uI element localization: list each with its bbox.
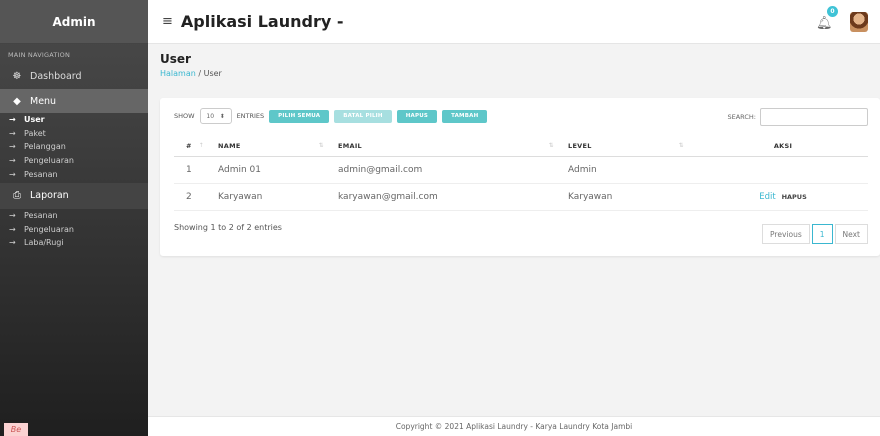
notification-badge: 0	[827, 6, 838, 17]
sort-arrows-icon: ⬍	[219, 112, 225, 120]
table-header-row: # ↑ NAME ⇅ EMAIL ⇅ LEVEL ⇅ AKSI	[174, 136, 868, 157]
cell-email: karyawan@gmail.com	[338, 183, 568, 211]
column-header-name[interactable]: NAME ⇅	[218, 136, 338, 157]
sidebar-item-dashboard[interactable]: ☸ Dashboard	[0, 63, 148, 89]
sidebar-item-pengeluaran[interactable]: → Pengeluaran	[0, 154, 148, 168]
page-1-button[interactable]: 1	[811, 224, 833, 244]
cell-level: Admin	[568, 156, 698, 184]
deselect-button[interactable]: BATAL PILIH	[334, 109, 392, 123]
arrow-right-icon: →	[9, 238, 16, 248]
sidebar-item-label: Pesanan	[24, 169, 58, 179]
sidebar-item-paket[interactable]: → Paket	[0, 127, 148, 141]
hapus-link[interactable]: HAPUS	[782, 193, 807, 201]
sidebar-item-label: Pelanggan	[24, 142, 66, 152]
arrow-right-icon: →	[9, 169, 16, 179]
nav-header: MAIN NAVIGATION	[8, 51, 71, 59]
previous-page-button[interactable]: Previous	[762, 224, 810, 244]
cell-aksi	[698, 156, 868, 184]
sort-icon: ↑	[198, 141, 204, 149]
sidebar-group-menu[interactable]: ◆ Menu	[0, 89, 148, 113]
arrow-right-icon: →	[9, 115, 16, 125]
sidebar-item-label: Laporan	[30, 190, 69, 202]
sidebar-item-label: Pengeluaran	[24, 224, 74, 234]
arrow-right-icon: →	[9, 142, 16, 152]
print-icon: ⎙	[13, 190, 21, 202]
entries-value: 10	[206, 112, 215, 120]
sort-icon: ⇅	[318, 141, 324, 149]
column-header-email[interactable]: EMAIL ⇅	[338, 136, 568, 157]
search-input[interactable]	[760, 108, 868, 126]
page-header: User Halaman / User	[160, 52, 222, 78]
arrow-right-icon: →	[9, 128, 16, 138]
cell-name: Admin 01	[218, 156, 338, 184]
cell-aksi: Edit HAPUS	[698, 183, 868, 211]
delete-button[interactable]: HAPUS	[396, 109, 438, 123]
sidebar-item-label: Menu	[30, 95, 57, 107]
sidebar-item-label: Paket	[24, 128, 46, 138]
select-all-button[interactable]: PILIH SEMUA	[269, 109, 330, 123]
search-label: SEARCH:	[727, 113, 757, 121]
cell-level: Karyawan	[568, 183, 698, 211]
topbar: ≡ Aplikasi Laundry - 🔔︎ 0	[148, 0, 880, 44]
sidebar-item-laba-rugi[interactable]: → Laba/Rugi	[0, 236, 148, 250]
entries-select[interactable]: 10 ⬍	[199, 108, 232, 124]
sidebar-item-laporan-pesanan[interactable]: → Pesanan	[0, 209, 148, 223]
sidebar-item-label: Pengeluaran	[24, 156, 74, 166]
avatar[interactable]	[850, 12, 868, 32]
arrow-right-icon: →	[9, 224, 16, 234]
app-title: Aplikasi Laundry -	[180, 12, 344, 31]
sidebar-item-label: User	[24, 115, 45, 125]
bell-icon: 🔔︎	[816, 16, 833, 31]
cell-name: Karyawan	[218, 183, 338, 211]
sidebar-brand[interactable]: Admin	[0, 0, 148, 44]
corner-logo: Be	[4, 423, 28, 436]
column-header-aksi: AKSI	[698, 136, 868, 157]
sidebar-item-label: Dashboard	[30, 70, 82, 82]
dashboard-icon: ☸	[12, 70, 22, 82]
sidebar-item-user[interactable]: → User	[0, 113, 148, 127]
pagination: Previous 1 Next	[762, 224, 868, 244]
add-button[interactable]: TAMBAH	[442, 109, 488, 123]
sidebar: Admin MAIN NAVIGATION ☸ Dashboard ◆ Menu…	[0, 0, 148, 436]
sort-icon: ⇅	[548, 141, 554, 149]
breadcrumb-current: User	[203, 69, 222, 78]
breadcrumb-link-halaman[interactable]: Halaman	[160, 69, 196, 78]
notification-button[interactable]: 🔔︎ 0	[816, 6, 838, 31]
sidebar-item-pesanan[interactable]: → Pesanan	[0, 167, 148, 181]
page-title: User	[160, 52, 191, 66]
sidebar-item-pelanggan[interactable]: → Pelanggan	[0, 140, 148, 154]
hamburger-menu-icon[interactable]: ≡	[162, 14, 173, 29]
search-area: SEARCH:	[727, 108, 868, 126]
footer: Copyright © 2021 Aplikasi Laundry - Kary…	[148, 416, 880, 436]
column-header-no[interactable]: # ↑	[174, 136, 218, 157]
cell-email: admin@gmail.com	[338, 156, 568, 184]
arrow-right-icon: →	[9, 211, 16, 221]
sidebar-item-label: Laba/Rugi	[24, 238, 64, 248]
sort-icon: ⇅	[678, 141, 684, 149]
sidebar-item-laporan-pengeluaran[interactable]: → Pengeluaran	[0, 223, 148, 237]
show-label: SHOW	[174, 112, 195, 120]
entries-label: ENTRIES	[236, 112, 265, 120]
cell-no: 2	[174, 183, 218, 211]
arrow-right-icon: →	[9, 156, 16, 166]
table-info: Showing 1 to 2 of 2 entries	[174, 223, 282, 232]
table-controls: SHOW 10 ⬍ ENTRIES PILIH SEMUA BATAL PILI…	[174, 108, 488, 124]
user-table-card: SHOW 10 ⬍ ENTRIES PILIH SEMUA BATAL PILI…	[160, 98, 880, 256]
next-page-button[interactable]: Next	[834, 224, 868, 244]
breadcrumb: Halaman / User	[160, 69, 222, 78]
sidebar-group-laporan[interactable]: ⎙ Laporan	[0, 182, 148, 209]
table-row[interactable]: 2 Karyawan karyawan@gmail.com Karyawan E…	[174, 183, 868, 211]
edit-link[interactable]: Edit	[759, 192, 775, 202]
table-row[interactable]: 1 Admin 01 admin@gmail.com Admin	[174, 156, 868, 184]
cell-no: 1	[174, 156, 218, 184]
user-table: # ↑ NAME ⇅ EMAIL ⇅ LEVEL ⇅ AKSI 1 Admin 01 a…	[174, 136, 868, 211]
column-header-level[interactable]: LEVEL ⇅	[568, 136, 698, 157]
sidebar-item-label: Pesanan	[24, 211, 58, 221]
menu-icon: ◆	[13, 95, 21, 107]
